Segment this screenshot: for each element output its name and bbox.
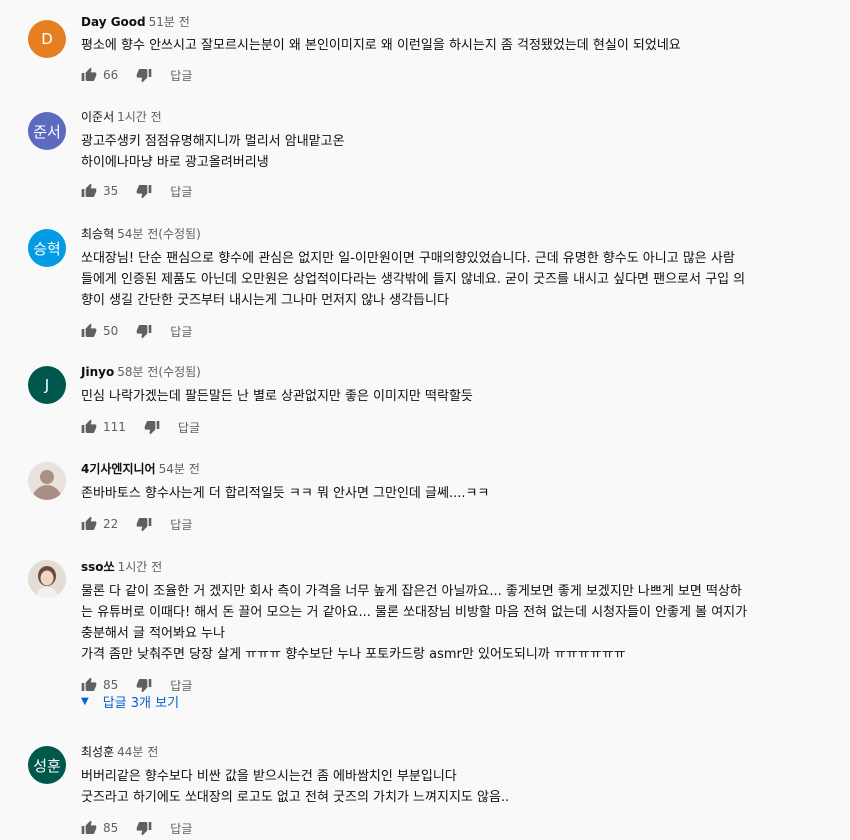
like-count: 35 — [103, 184, 119, 198]
comment-text: 평소에 향수 안쓰시고 잘모르시는분이 왜 본인이미지로 왜 이런일을 하시는지… — [81, 38, 681, 53]
reply-button[interactable]: 답글 — [170, 323, 192, 340]
comment-header: 최성훈 44분 전 — [81, 744, 821, 760]
thumb-up-icon[interactable] — [81, 323, 97, 339]
author-name[interactable]: Jinyo — [81, 365, 114, 379]
default-avatar-icon — [28, 462, 66, 500]
edited-label: (수정됨) — [158, 227, 201, 241]
comment-text: 민심 나락가겠는데 팔든말든 난 별로 상관없지만 좋은 이미지만 떡락할듯 — [81, 389, 473, 404]
comment-body: 이준서 1시간 전 광고주생키 점점유명해지니까 멀리서 암내맡고온 하이에나마냥… — [81, 109, 821, 201]
comment-body: 4기사엔지니어 54분 전 존바바토스 향수사는게 더 합리적일듯 ㅋㅋ 뭐 안사… — [81, 461, 821, 534]
reply-button[interactable]: 답글 — [178, 419, 200, 436]
comment-body: 최승혁 54분 전(수정됨) 쏘대장님! 단순 팬심으로 향수에 관심은 없지만 … — [81, 226, 821, 341]
avatar[interactable]: 승혁 — [28, 229, 66, 267]
edited-label: (수정됨) — [158, 365, 201, 379]
thumb-down-icon[interactable] — [136, 677, 152, 693]
user-photo-avatar — [28, 560, 66, 598]
comment-actions: 50 답글 — [81, 321, 821, 341]
thumb-down-icon[interactable] — [136, 516, 152, 532]
timestamp[interactable]: 1시간 전 — [117, 110, 162, 124]
reply-button[interactable]: 답글 — [170, 67, 192, 84]
thumb-down-icon[interactable] — [136, 323, 152, 339]
thumb-down-icon[interactable] — [144, 419, 160, 435]
comment-actions: 111 답글 — [81, 417, 821, 437]
reply-button[interactable]: 답글 — [170, 183, 192, 200]
comment-text: 광고주생키 점점유명해지니까 멀리서 암내맡고온 하이에나마냥 바로 광고올려버… — [81, 134, 345, 170]
view-replies-label: 답글 3개 보기 — [102, 696, 180, 711]
comment-text: 버버리같은 향수보다 비싼 값을 받으시는건 좀 에바쌈치인 부분입니다 굿즈라… — [81, 769, 510, 805]
avatar[interactable]: J — [28, 366, 66, 404]
view-replies-button[interactable]: ▼ 답글 3개 보기 — [81, 692, 179, 711]
avatar[interactable] — [28, 462, 66, 500]
comment-header: Day Good 51분 전 — [81, 14, 821, 30]
timestamp[interactable]: 54분 전 — [117, 227, 158, 241]
chevron-down-icon: ▼ — [81, 696, 89, 707]
comment-actions: 66 답글 — [81, 65, 821, 85]
comment-body: Jinyo 58분 전(수정됨) 민심 나락가겠는데 팔든말든 난 별로 상관없지… — [81, 364, 821, 437]
like-count: 22 — [103, 517, 119, 531]
author-name[interactable]: 이준서 — [81, 110, 114, 124]
thumb-down-icon[interactable] — [136, 183, 152, 199]
comment-header: Jinyo 58분 전(수정됨) — [81, 364, 821, 380]
comment-header: 최승혁 54분 전(수정됨) — [81, 226, 821, 242]
timestamp[interactable]: 54분 전 — [159, 462, 200, 476]
author-name[interactable]: 최승혁 — [81, 227, 114, 241]
timestamp[interactable]: 51분 전 — [149, 15, 190, 29]
like-count: 50 — [103, 324, 119, 338]
thumb-up-icon[interactable] — [81, 820, 97, 836]
timestamp[interactable]: 1시간 전 — [118, 560, 163, 574]
comment-actions: 35 답글 — [81, 181, 821, 201]
timestamp[interactable]: 58분 전 — [117, 365, 158, 379]
thumb-up-icon[interactable] — [81, 67, 97, 83]
author-name[interactable]: 최성훈 — [81, 745, 114, 759]
thumb-up-icon[interactable] — [81, 677, 97, 693]
like-count: 85 — [103, 678, 119, 692]
comment-body: 최성훈 44분 전 버버리같은 향수보다 비싼 값을 받으시는건 좀 에바쌈치인 … — [81, 744, 821, 838]
comment-actions: 22 답글 — [81, 514, 821, 534]
like-count: 66 — [103, 68, 119, 82]
comment-header: sso쏘 1시간 전 — [81, 559, 821, 575]
author-name[interactable]: Day Good — [81, 15, 146, 29]
comment-body: Day Good 51분 전 평소에 향수 안쓰시고 잘모르시는분이 왜 본인이미… — [81, 14, 821, 85]
comment-text: 쏘대장님! 단순 팬심으로 향수에 관심은 없지만 일-이만원이면 구매의향있었… — [81, 251, 746, 308]
thumb-up-icon[interactable] — [81, 419, 97, 435]
comment-header: 이준서 1시간 전 — [81, 109, 821, 125]
like-count: 85 — [103, 821, 119, 835]
author-name[interactable]: sso쏘 — [81, 560, 115, 574]
like-count: 111 — [103, 420, 126, 434]
comment-actions: 85 답글 — [81, 818, 821, 838]
comment-header: 4기사엔지니어 54분 전 — [81, 461, 821, 477]
thumb-up-icon[interactable] — [81, 183, 97, 199]
comment-text: 존바바토스 향수사는게 더 합리적일듯 ㅋㅋ 뭐 안사면 그만인데 글쎄....… — [81, 486, 490, 501]
author-name[interactable]: 4기사엔지니어 — [81, 462, 156, 476]
reply-button[interactable]: 답글 — [170, 820, 192, 837]
comment-text: 물론 다 같이 조율한 거 겠지만 회사 측이 가격을 너무 높게 잡은건 아닐… — [81, 584, 748, 662]
avatar[interactable]: 준서 — [28, 112, 66, 150]
avatar[interactable]: D — [28, 20, 66, 58]
thumb-up-icon[interactable] — [81, 516, 97, 532]
timestamp[interactable]: 44분 전 — [117, 745, 158, 759]
avatar[interactable]: 성훈 — [28, 746, 66, 784]
avatar[interactable] — [28, 560, 66, 598]
comment-actions: 85 답글 — [81, 675, 821, 695]
thumb-down-icon[interactable] — [136, 820, 152, 836]
comment-body: sso쏘 1시간 전 물론 다 같이 조율한 거 겠지만 회사 측이 가격을 너무… — [81, 559, 821, 695]
thumb-down-icon[interactable] — [136, 67, 152, 83]
reply-button[interactable]: 답글 — [170, 516, 192, 533]
reply-button[interactable]: 답글 — [170, 677, 192, 694]
